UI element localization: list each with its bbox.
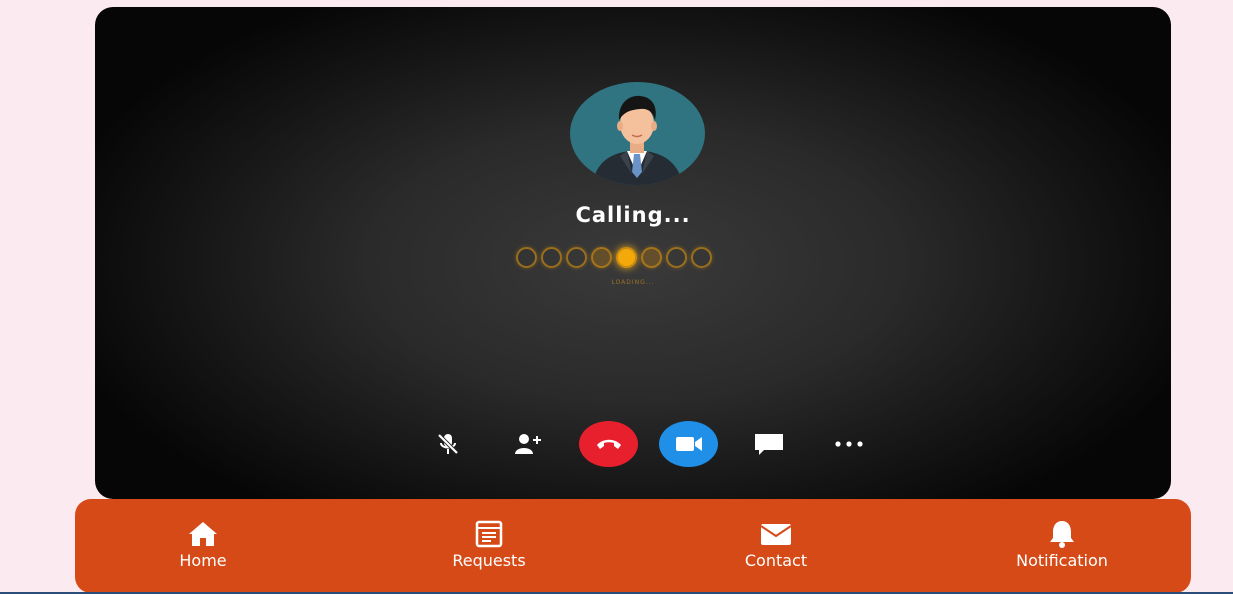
chat-button[interactable] [739, 421, 799, 467]
call-controls [95, 421, 1171, 467]
phone-hangup-icon [596, 439, 621, 449]
add-participant-button[interactable] [498, 421, 558, 467]
nav-item-home[interactable]: Home [123, 519, 283, 570]
loader-dot [666, 247, 687, 268]
person-icon [592, 95, 683, 185]
more-horizontal-icon [835, 441, 863, 447]
video-button[interactable] [659, 421, 718, 467]
envelope-icon [760, 524, 792, 545]
add-user-icon [515, 434, 541, 454]
end-call-button[interactable] [579, 421, 638, 467]
nav-item-requests[interactable]: Requests [409, 519, 569, 570]
loader-dot [591, 247, 612, 268]
nav-item-notification[interactable]: Notification [982, 519, 1142, 570]
loader-dot [641, 247, 662, 268]
bottom-navigation: Home Requests Contact Notification [75, 499, 1191, 593]
loader-dot [541, 247, 562, 268]
loading-indicator [516, 247, 712, 271]
nav-item-contact[interactable]: Contact [696, 519, 856, 570]
nav-label: Contact [744, 551, 808, 570]
requests-icon [475, 520, 503, 548]
call-panel: Calling... LOADING... [95, 7, 1171, 499]
video-camera-icon [675, 437, 702, 451]
nav-label: Requests [452, 551, 526, 570]
loader-dot [566, 247, 587, 268]
more-options-button[interactable] [819, 421, 879, 467]
call-status-text: Calling... [575, 203, 691, 227]
page: Calling... LOADING... Home Requests Cont… [0, 0, 1233, 594]
loader-dot [691, 247, 712, 268]
home-icon [189, 522, 217, 546]
bell-icon [1050, 521, 1074, 548]
nav-label: Home [179, 551, 227, 570]
mute-button[interactable] [418, 421, 478, 467]
loader-dot [516, 247, 537, 268]
chat-bubble-icon [755, 434, 783, 455]
loading-label: LOADING... [611, 279, 655, 286]
mic-off-icon [437, 433, 459, 455]
loader-dot-active [616, 247, 637, 268]
caller-avatar [570, 82, 705, 185]
nav-label: Notification [1016, 551, 1108, 570]
